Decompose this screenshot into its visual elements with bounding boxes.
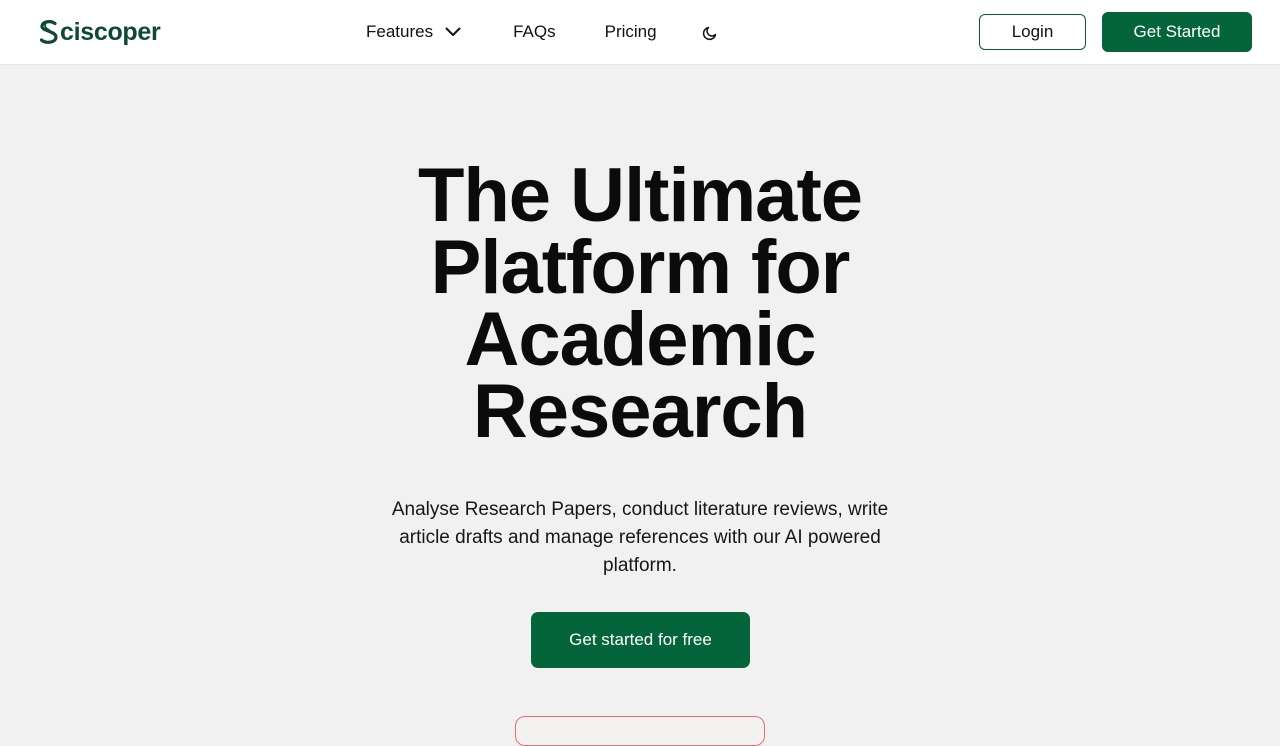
nav-pricing-label: Pricing [604,22,657,41]
hero-title-line: Research [472,369,808,454]
login-button-label: Login [1011,22,1054,41]
nav-features-label: Features [366,22,434,41]
top-navbar: ciscoper Features FAQs Pricing Login Get… [0,0,1280,65]
hero-title-line: Platform for [430,225,851,310]
get-started-free-label: Get started for free [569,630,712,649]
get-started-button[interactable]: Get Started [1102,12,1252,52]
main-nav: Features FAQs Pricing [366,0,718,64]
nav-pricing[interactable]: Pricing [605,12,657,52]
hero-title: The Ultimate Platform for Academic Resea… [340,153,940,454]
hero-title-line: The Ultimate [417,153,863,238]
login-button[interactable]: Login [979,14,1086,50]
chevron-down-icon [445,27,461,36]
logo-s-icon [39,20,58,44]
brand-logo[interactable]: ciscoper [38,17,161,47]
get-started-button-label: Get Started [1133,22,1221,41]
nav-features[interactable]: Features [366,12,461,52]
brand-name-tail: ciscoper [60,18,161,46]
hero-title-line: Academic [464,297,816,382]
nav-faqs[interactable]: FAQs [513,12,556,52]
get-started-free-button[interactable]: Get started for free [531,612,750,668]
moon-icon[interactable] [702,25,718,41]
nav-faqs-label: FAQs [513,22,556,41]
announcement-badge[interactable] [515,716,765,746]
hero-subtitle: Analyse Research Papers, conduct literat… [391,499,889,576]
